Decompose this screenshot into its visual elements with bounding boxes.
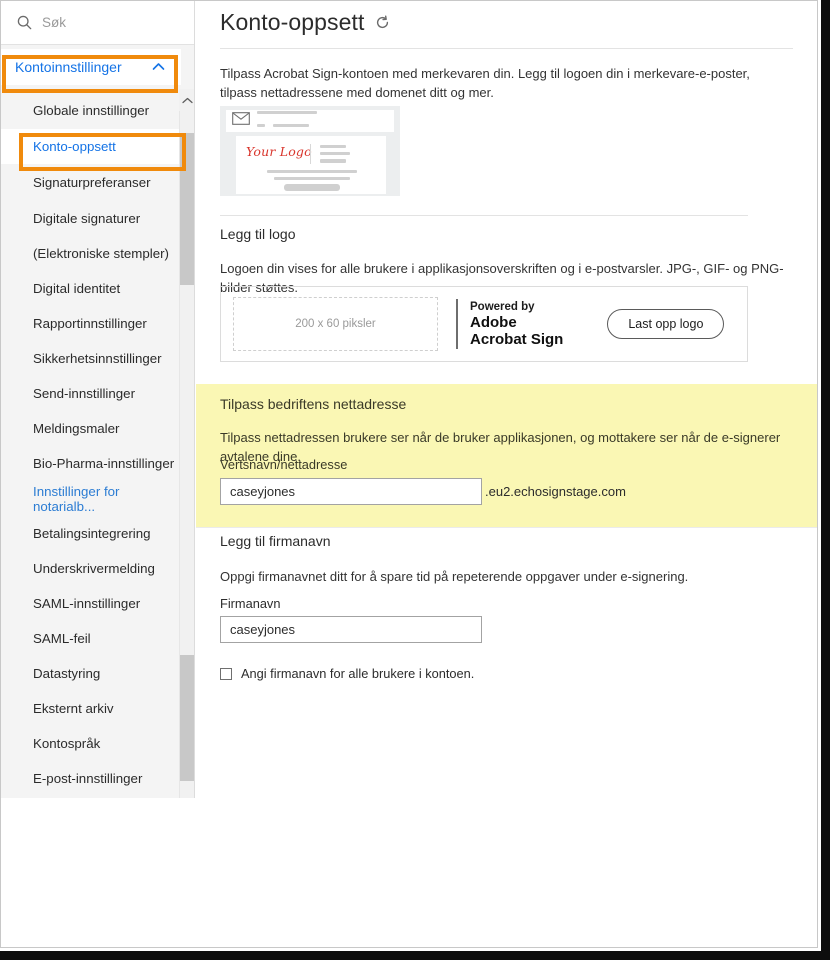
sidebar-item-label: SAML-feil	[33, 631, 91, 646]
add-logo-divider	[220, 215, 748, 216]
sidebar-item-label: Kontospråk	[33, 736, 101, 751]
company-name-heading: Legg til firmanavn	[220, 533, 331, 549]
search-input-placeholder[interactable]: Søk	[42, 15, 66, 30]
set-company-name-checkbox-label: Angi firmanavn for alle brukere i kontoe…	[241, 666, 475, 681]
sidebar-item-kontosprak[interactable]: Kontospråk	[1, 726, 181, 761]
page-title-row: Konto-oppsett	[220, 9, 390, 36]
add-logo-heading: Legg til logo	[220, 226, 296, 242]
sidebar-item-signaturpreferanser[interactable]: Signaturpreferanser	[1, 165, 181, 200]
intro-text: Tilpass Acrobat Sign-kontoen med merkeva…	[220, 66, 750, 100]
company-name-divider	[196, 527, 818, 528]
powered-by-separator	[456, 299, 458, 349]
sidebar-item-rapportinnstillinger[interactable]: Rapportinnstillinger	[1, 306, 181, 341]
sidebar-item-bio-pharma-innstillinger[interactable]: Bio-Pharma-innstillinger	[1, 446, 181, 481]
email-branding-preview: Your Logo	[220, 106, 400, 196]
logo-dropzone-label: 200 x 60 piksler	[295, 318, 376, 330]
sidebar-item-label: Digitale signaturer	[33, 211, 141, 226]
page-title: Konto-oppsett	[220, 9, 365, 35]
title-divider	[220, 48, 793, 49]
sidebar-item-label: Eksternt arkiv	[33, 701, 114, 716]
sidebar-item-send-innstillinger[interactable]: Send-innstillinger	[1, 376, 181, 411]
sidebar-scrollbar-thumb[interactable]	[180, 133, 194, 285]
sidebar-item-label: Globale innstillinger	[33, 103, 150, 118]
company-name-field-label: Firmanavn	[220, 596, 281, 611]
sidebar-item-saml-feil[interactable]: SAML-feil	[1, 621, 181, 656]
sidebar-item-label: Rapportinnstillinger	[33, 316, 147, 331]
set-company-name-for-all-row[interactable]: Angi firmanavn for alle brukere i kontoe…	[220, 666, 474, 681]
search-icon	[17, 15, 32, 30]
hostname-domain-suffix: .eu2.echosignstage.com	[485, 484, 626, 499]
sidebar-inner-scrollbar-thumb[interactable]	[180, 655, 194, 781]
logo-dropzone[interactable]: 200 x 60 piksler	[233, 297, 438, 351]
sidebar-item-digital-identitet[interactable]: Digital identitet	[1, 271, 181, 306]
sidebar-item-underskrivermelding[interactable]: Underskrivermelding	[1, 551, 181, 586]
envelope-icon	[232, 112, 250, 130]
sidebar-item-saml-innstillinger[interactable]: SAML-innstillinger	[1, 586, 181, 621]
sidebar-item-label: Sikkerhetsinnstillinger	[33, 351, 162, 366]
sidebar-item-label: Bio-Pharma-innstillinger	[33, 456, 175, 471]
sidebar-item-e-post-innstillinger[interactable]: E-post-innstillinger	[1, 761, 181, 796]
sidebar-item-label: (Elektroniske stempler)	[33, 246, 169, 261]
sidebar-item-label: E-post-innstillinger	[33, 771, 143, 786]
sidebar-group-kontoinnstillinger[interactable]: Kontoinnstillinger	[1, 49, 181, 85]
sidebar-item-label: Digital identitet	[33, 281, 121, 296]
sidebar-item-datastyring[interactable]: Datastyring	[1, 656, 181, 691]
your-logo-placeholder: Your Logo	[246, 144, 312, 159]
email-preview-body: Your Logo	[236, 136, 386, 194]
sidebar-item-eksternt-arkiv[interactable]: Eksternt arkiv	[1, 691, 181, 726]
logo-divider	[310, 144, 311, 164]
powered-by-block: Powered by Adobe Acrobat Sign	[470, 300, 563, 348]
account-setup-screen: Søk Kontoinnstillinger Globale innstilli…	[0, 0, 830, 960]
sidebar-item-meldingsmaler[interactable]: Meldingsmaler	[1, 411, 181, 446]
sidebar-item-label: Underskrivermelding	[33, 561, 155, 576]
logo-upload-panel: 200 x 60 piksler Powered by Adobe Acroba…	[220, 286, 748, 362]
settings-sidebar: Søk Kontoinnstillinger Globale innstilli…	[1, 1, 195, 798]
brand-name-adobe: Adobe	[470, 314, 517, 331]
brand-name-acrobat-sign: Acrobat Sign	[470, 331, 564, 348]
sidebar-item-elektroniske-stempler[interactable]: (Elektroniske stempler)	[1, 236, 181, 271]
search-box[interactable]: Søk	[1, 1, 194, 45]
sidebar-item-label: Datastyring	[33, 666, 101, 681]
sidebar-item-globale-innstillinger[interactable]: Globale innstillinger	[1, 93, 181, 128]
sidebar-item-label: SAML-innstillinger	[33, 596, 141, 611]
company-name-description: Oppgi firmanavnet ditt for å spare tid p…	[220, 569, 689, 584]
chevron-up-icon	[152, 58, 165, 76]
main-content: Konto-oppsett Tilpass Acrobat Sign-konto…	[196, 1, 818, 947]
powered-by-label: Powered by	[470, 301, 535, 313]
sidebar-item-label: Betalingsintegrering	[33, 526, 151, 541]
hostname-field-label: Vertsnavn/nettadresse	[220, 457, 348, 472]
sidebar-item-betalingsintegrering[interactable]: Betalingsintegrering	[1, 516, 181, 551]
company-name-input[interactable]	[220, 616, 482, 643]
settings-nav-list: Kontoinnstillinger Globale innstillinger…	[1, 45, 194, 798]
sidebar-item-label: Innstillinger for notarialb...	[33, 483, 120, 514]
sidebar-group-label: Kontoinnstillinger	[15, 59, 122, 75]
sidebar-item-label: Send-innstillinger	[33, 386, 135, 401]
sidebar-item-innstillinger-for-notarialblokk[interactable]: Innstillinger for notarialb...	[1, 481, 181, 516]
email-preview-header	[226, 110, 394, 132]
sidebar-item-digitale-signaturer[interactable]: Digitale signaturer	[1, 201, 181, 236]
custom-url-heading: Tilpass bedriftens nettadresse	[220, 396, 407, 412]
sidebar-item-label: Meldingsmaler	[33, 421, 120, 436]
hostname-input[interactable]	[220, 478, 482, 505]
sidebar-item-konto-oppsett[interactable]: Konto-oppsett	[1, 129, 181, 164]
sidebar-item-label: Konto-oppsett	[33, 139, 116, 154]
upload-logo-button[interactable]: Last opp logo	[607, 309, 725, 339]
sidebar-item-sikkerhetsinnstillinger[interactable]: Sikkerhetsinnstillinger	[1, 341, 181, 376]
set-company-name-checkbox[interactable]	[220, 667, 232, 680]
refresh-icon[interactable]	[375, 15, 390, 30]
sidebar-item-label: Signaturpreferanser	[33, 175, 151, 190]
scroll-up-arrow-icon[interactable]	[179, 89, 194, 111]
